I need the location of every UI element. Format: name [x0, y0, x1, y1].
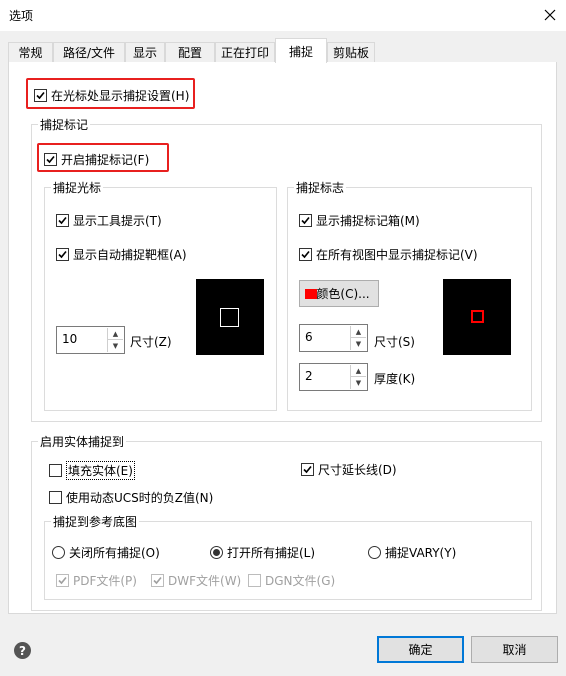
- aperture-box-icon: [220, 308, 239, 327]
- checkbox-box: [248, 574, 261, 587]
- close-icon[interactable]: [536, 2, 564, 28]
- spin-down-icon[interactable]: ▼: [108, 340, 123, 352]
- entity-snap-group-label: 启用实体捕捉到: [38, 433, 127, 450]
- tab-general[interactable]: 常规: [8, 42, 53, 62]
- marker-size-spinner[interactable]: 6 ▲ ▼: [299, 324, 368, 352]
- cursor-preview: [196, 279, 264, 355]
- color-swatch: [305, 289, 317, 299]
- radio-circle: [210, 546, 223, 559]
- marker-box-icon: [471, 310, 484, 323]
- marker-thickness-label: 厚度(K): [374, 372, 416, 386]
- spin-up-icon[interactable]: ▲: [351, 326, 366, 338]
- checkbox-box: [151, 574, 164, 587]
- checkbox-box: [34, 89, 47, 102]
- color-button[interactable]: 颜色(C)...: [299, 280, 379, 307]
- radio-circle: [368, 546, 381, 559]
- pdf-file-checkbox[interactable]: PDF文件(P): [56, 572, 137, 589]
- marker-preview: [443, 279, 511, 355]
- checkbox-box: [299, 248, 312, 261]
- window-title: 选项: [9, 9, 34, 23]
- tab-paths-files[interactable]: 路径/文件: [53, 42, 125, 62]
- show-in-all-views-checkbox[interactable]: 在所有视图中显示捕捉标记(V): [299, 246, 478, 263]
- snap-marker-group-label: 捕捉标记: [38, 116, 91, 133]
- snap-vary-radio[interactable]: 捕捉VARY(Y): [368, 544, 456, 561]
- dwf-file-checkbox[interactable]: DWF文件(W): [151, 572, 241, 589]
- checkbox-box: [49, 491, 62, 504]
- tab-snap[interactable]: 捕捉: [275, 38, 327, 63]
- open-all-snaps-radio[interactable]: 打开所有捕捉(L): [210, 544, 315, 561]
- dimension-extension-checkbox[interactable]: 尺寸延长线(D): [301, 461, 397, 478]
- tab-profiles[interactable]: 配置: [165, 42, 215, 62]
- dgn-file-checkbox[interactable]: DGN文件(G): [248, 572, 335, 589]
- spinner-arrows: ▲ ▼: [350, 326, 366, 350]
- spinner-arrows: ▲ ▼: [107, 328, 123, 352]
- ok-button[interactable]: 确定: [377, 636, 464, 663]
- marker-thickness-spinner[interactable]: 2 ▲ ▼: [299, 363, 368, 391]
- checkbox-box: [49, 464, 62, 477]
- marker-size-label: 尺寸(S): [374, 335, 415, 349]
- tab-printing[interactable]: 正在打印: [215, 42, 275, 62]
- spinner-arrows: ▲ ▼: [350, 365, 366, 389]
- checkbox-box: [56, 214, 69, 227]
- checkbox-box: [56, 574, 69, 587]
- show-snap-settings-checkbox[interactable]: 在光标处显示捕捉设置(H): [34, 87, 189, 104]
- tab-display[interactable]: 显示: [125, 42, 165, 62]
- show-auto-aperture-checkbox[interactable]: 显示自动捕捉靶框(A): [56, 246, 187, 263]
- spin-up-icon[interactable]: ▲: [351, 365, 366, 377]
- reference-snap-group-label: 捕捉到参考底图: [51, 513, 140, 530]
- ucs-negative-z-checkbox[interactable]: 使用动态UCS时的负Z值(N): [49, 489, 213, 506]
- enable-snap-marker-checkbox[interactable]: 开启捕捉标记(F): [44, 151, 149, 168]
- marker-thickness-value: 2: [305, 369, 313, 383]
- snap-marker-settings-group-label: 捕捉标志: [294, 179, 347, 196]
- marker-size-value: 6: [305, 330, 313, 344]
- snap-cursor-group-label: 捕捉光标: [51, 179, 104, 196]
- cursor-size-spinner[interactable]: 10 ▲ ▼: [56, 326, 125, 354]
- spin-down-icon[interactable]: ▼: [351, 338, 366, 350]
- cursor-size-value: 10: [62, 332, 78, 346]
- show-tooltip-checkbox[interactable]: 显示工具提示(T): [56, 212, 162, 229]
- help-icon[interactable]: ?: [14, 642, 31, 659]
- checkbox-box: [301, 463, 314, 476]
- fill-solid-checkbox[interactable]: 填充实体(E): [49, 461, 135, 480]
- title-bar: [0, 0, 566, 31]
- close-all-snaps-radio[interactable]: 关闭所有捕捉(O): [52, 544, 160, 561]
- tab-clipboard[interactable]: 剪贴板: [327, 42, 375, 62]
- cursor-size-label: 尺寸(Z): [130, 335, 172, 349]
- radio-circle: [52, 546, 65, 559]
- show-marker-box-checkbox[interactable]: 显示捕捉标记箱(M): [299, 212, 420, 229]
- checkbox-box: [44, 153, 57, 166]
- checkbox-box: [299, 214, 312, 227]
- spin-down-icon[interactable]: ▼: [351, 377, 366, 389]
- checkbox-box: [56, 248, 69, 261]
- spin-up-icon[interactable]: ▲: [108, 328, 123, 340]
- cancel-button[interactable]: 取消: [471, 636, 558, 663]
